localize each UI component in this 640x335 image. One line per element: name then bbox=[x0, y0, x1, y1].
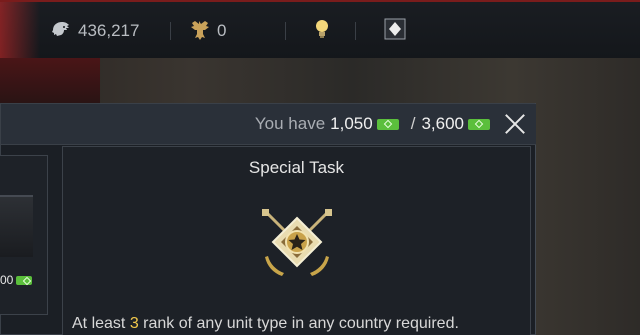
background-red-panel bbox=[0, 58, 100, 103]
lightbulb-button[interactable] bbox=[313, 18, 337, 45]
lions-value: 436,217 bbox=[78, 21, 140, 40]
eagles-resource[interactable]: 0 bbox=[187, 20, 226, 42]
lion-icon bbox=[50, 18, 78, 45]
divider bbox=[170, 22, 171, 40]
red-glow bbox=[0, 2, 40, 58]
crate-image bbox=[0, 195, 33, 257]
lions-resource[interactable]: 436,217 bbox=[50, 20, 139, 42]
rank-badge-icon bbox=[258, 206, 336, 284]
task-title: Special Task bbox=[248, 158, 345, 177]
divider bbox=[355, 22, 356, 40]
gem-icon bbox=[16, 275, 33, 285]
task-requirement: At least 3 rank of any unit type in any … bbox=[72, 315, 459, 333]
eagles-value: 0 bbox=[217, 21, 227, 40]
req-suffix: rank of any unit type in any country req… bbox=[143, 315, 459, 332]
crate-price-value: 00 bbox=[0, 273, 14, 287]
premium-button[interactable] bbox=[384, 18, 412, 45]
eagle-icon bbox=[187, 18, 217, 45]
target-amount: 3,600 bbox=[421, 114, 464, 133]
lightbulb-icon bbox=[313, 18, 337, 45]
req-number: 3 bbox=[129, 315, 139, 332]
divider bbox=[285, 22, 286, 40]
you-have-label: You have bbox=[254, 114, 326, 133]
crate-price: 00 bbox=[0, 273, 33, 287]
current-amount: 1,050 bbox=[330, 114, 373, 133]
slash: / bbox=[410, 114, 416, 133]
panel-header: You have 1,050 / 3,600 bbox=[1, 104, 536, 145]
gem-icon bbox=[376, 118, 399, 130]
currency-progress: You have 1,050 / 3,600 bbox=[255, 114, 490, 134]
gem-icon bbox=[468, 118, 490, 130]
close-icon[interactable] bbox=[504, 113, 526, 135]
top-resource-bar: 436,217 0 bbox=[0, 0, 640, 58]
premium-diamond-icon bbox=[384, 18, 412, 45]
req-prefix: At least bbox=[72, 315, 126, 332]
